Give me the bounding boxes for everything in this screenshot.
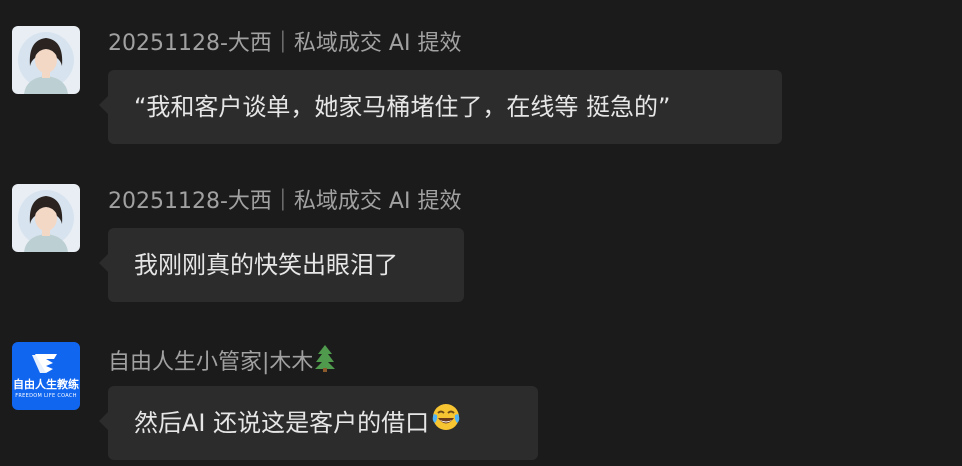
chat-window: 20251128-大西｜私域成交 AI 提效 “我和客户谈单，她家马桶堵住了，在… [0, 0, 962, 466]
sender-name: 20251128-大西｜私域成交 AI 提效 [108, 189, 462, 214]
sender-name: 自由人生小管家|木木 [108, 344, 337, 376]
message-text: 然后AI 还说这是客户的借口 [134, 409, 430, 437]
user-avatar[interactable] [12, 26, 80, 94]
sender-name-text: 自由人生小管家|木木 [108, 350, 314, 375]
user-avatar[interactable] [12, 184, 80, 252]
freedom-life-coach-logo[interactable]: 自由人生教练 FREEDOM LIFE COACH [12, 342, 80, 410]
logo-text: 自由人生教练 [13, 378, 79, 391]
message-bubble[interactable]: 我刚刚真的快笑出眼泪了 [99, 228, 464, 302]
laughing-crying-emoji-icon [431, 387, 461, 461]
tree-icon [313, 344, 337, 382]
message-bubble[interactable]: “我和客户谈单，她家马桶堵住了，在线等 挺急的” [99, 70, 782, 144]
message-bubble[interactable]: 然后AI 还说这是客户的借口 [99, 386, 538, 461]
logo-subtext: FREEDOM LIFE COACH [15, 393, 77, 399]
sender-name: 20251128-大西｜私域成交 AI 提效 [108, 31, 462, 56]
